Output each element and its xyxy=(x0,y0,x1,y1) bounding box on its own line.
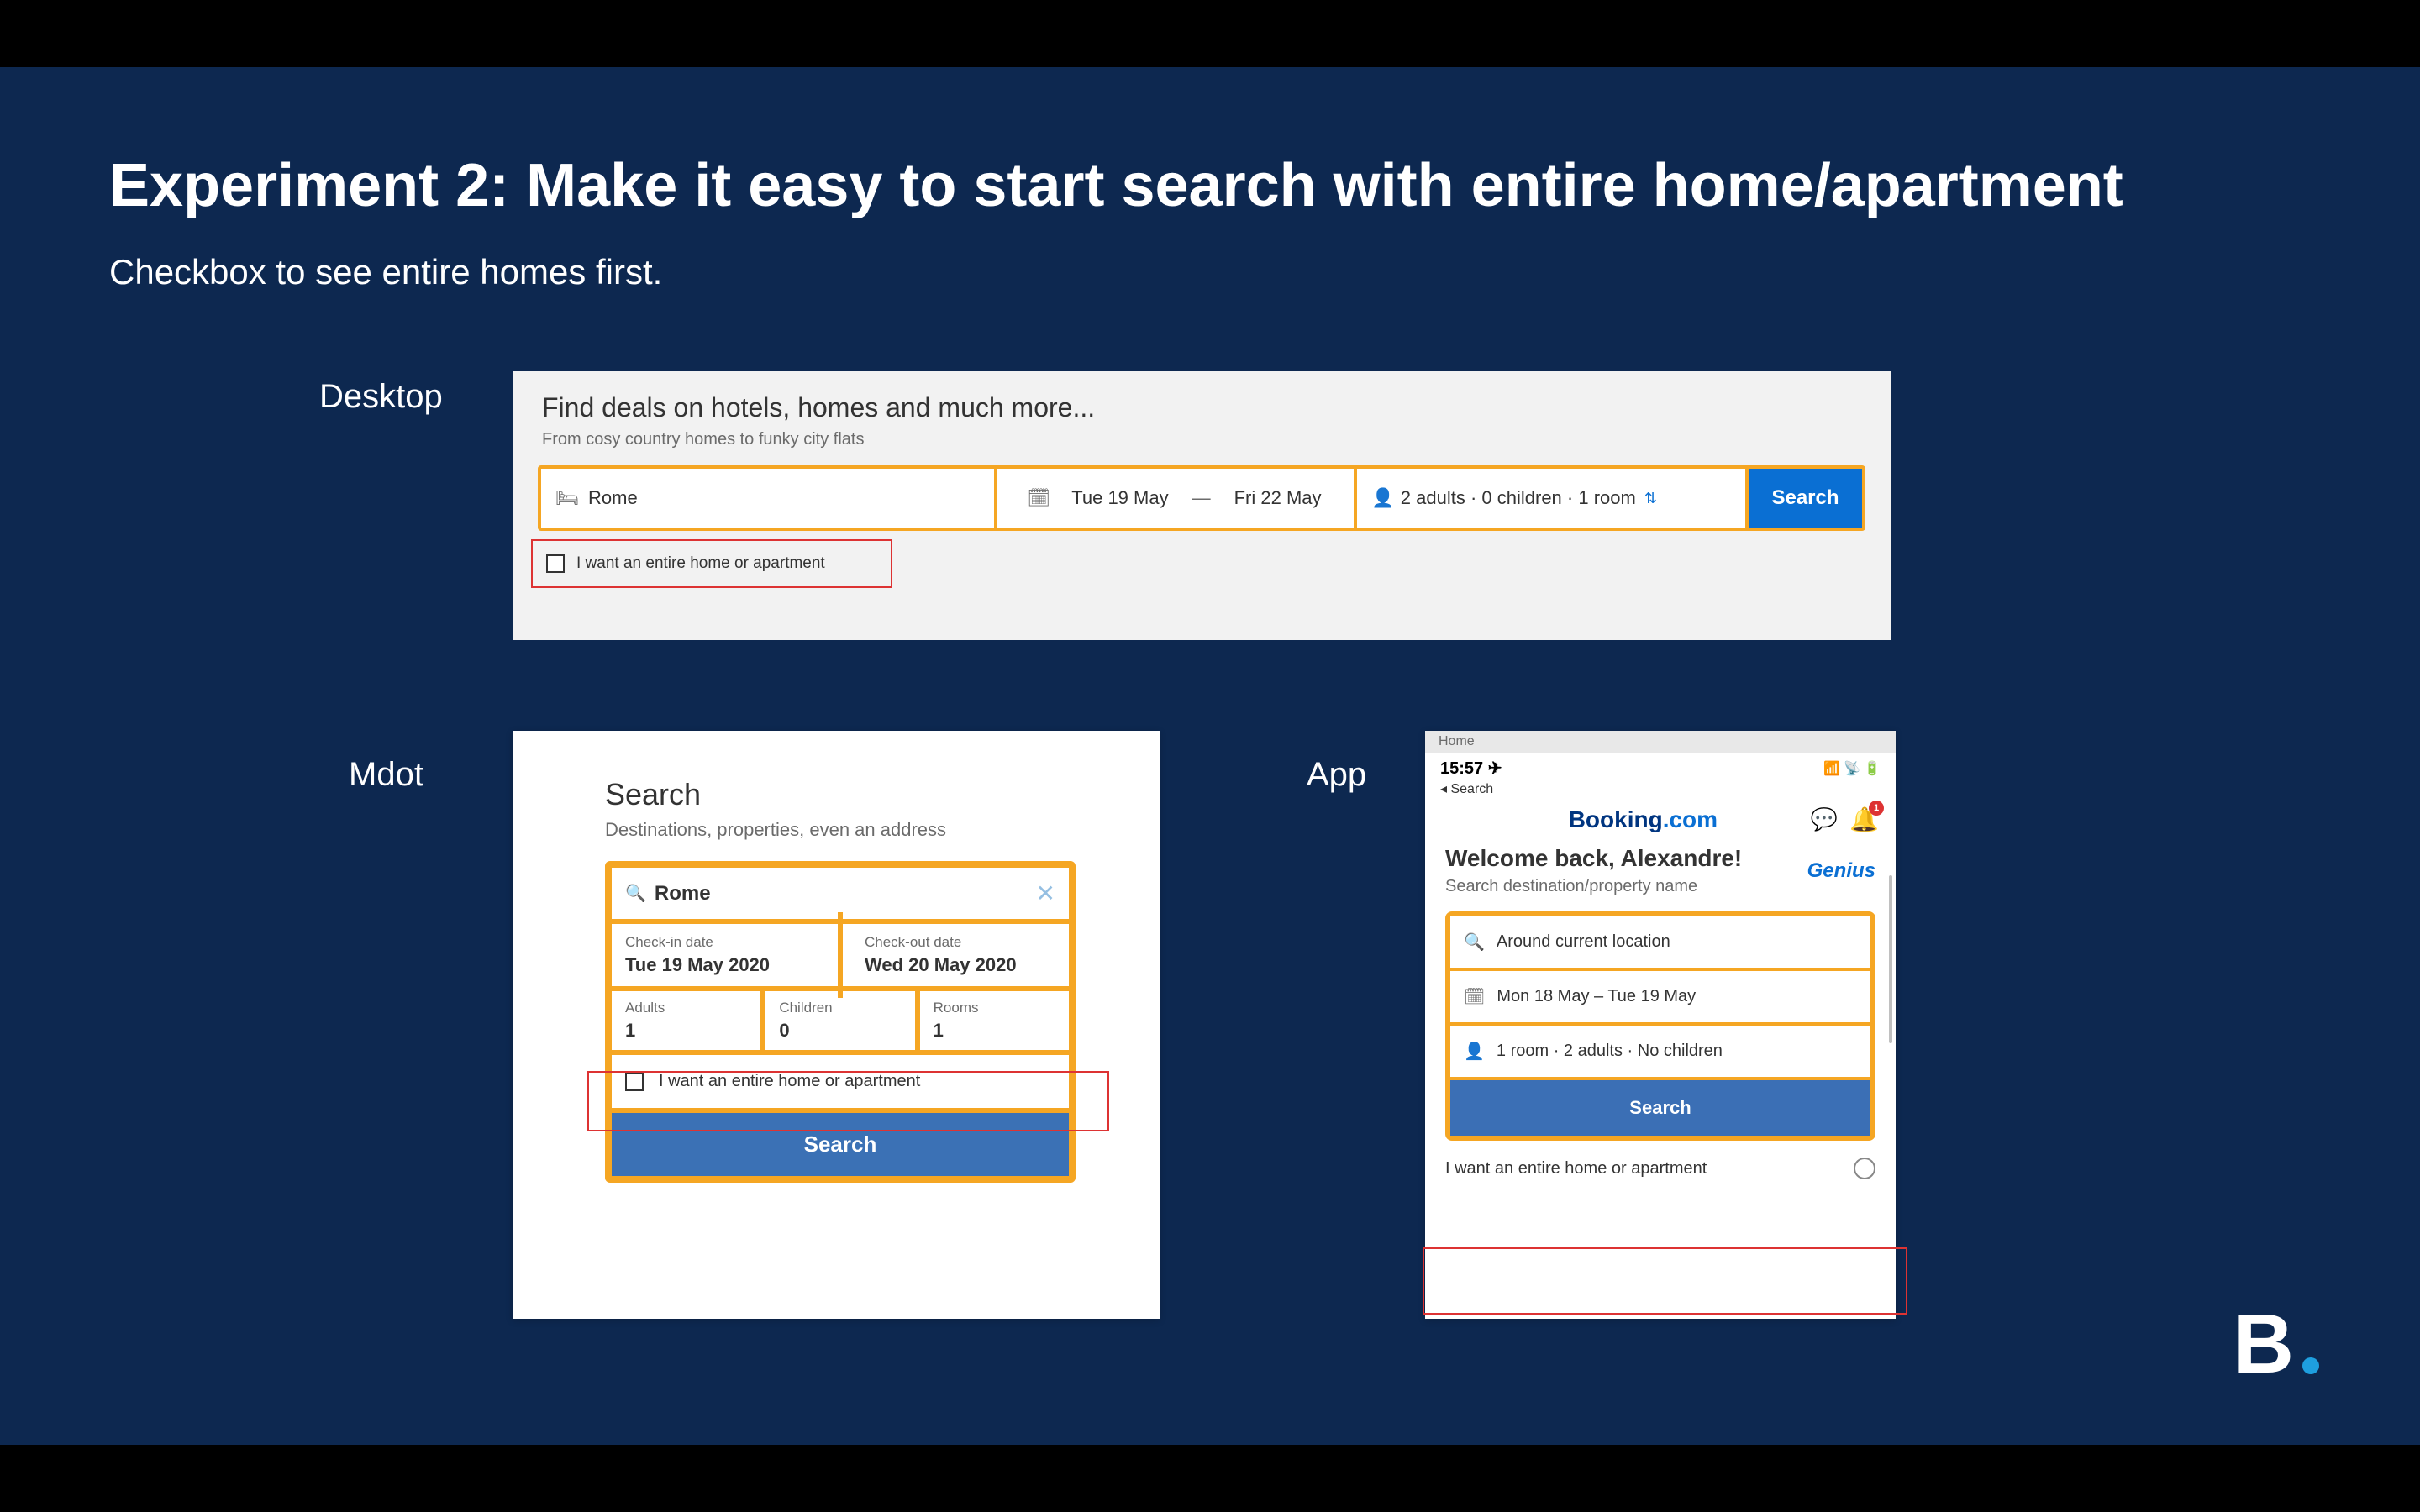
date-end: Fri 22 May xyxy=(1234,487,1322,509)
wifi-icon: 📡 xyxy=(1844,760,1860,777)
app-tab-label: Home xyxy=(1425,731,1896,753)
notification-badge: 1 xyxy=(1869,801,1884,816)
checkout-value: Wed 20 May 2020 xyxy=(865,954,1055,976)
person-icon: 👤 xyxy=(1374,489,1392,507)
mdot-destination-value: Rome xyxy=(655,882,1028,906)
mdot-search-button[interactable]: Search xyxy=(612,1113,1069,1176)
date-start: Tue 19 May xyxy=(1071,487,1168,509)
app-mockup: Home 15:57 ✈ 📶 📡 🔋 ◂ Search Booking.com … xyxy=(1425,731,1896,1319)
slide-body: Experiment 2: Make it easy to start sear… xyxy=(0,67,2420,1445)
calendar-icon: 🗓 xyxy=(1029,489,1048,507)
children-label: Children xyxy=(779,1000,901,1016)
status-bar: 15:57 ✈ 📶 📡 🔋 xyxy=(1425,753,1896,780)
mdot-title: Search xyxy=(605,777,1076,812)
divider xyxy=(838,912,843,998)
guests-field[interactable]: 👤 2 adults · 0 children · 1 room ⇅ xyxy=(1357,469,1745,528)
mdot-checkbox-label: I want an entire home or apartment xyxy=(659,1072,920,1091)
app-location-field[interactable]: 🔍 Around current location xyxy=(1450,916,1870,971)
highlight-box xyxy=(1423,1247,1907,1315)
bed-icon: 🛏 xyxy=(558,489,576,507)
date-dash: — xyxy=(1192,487,1211,509)
booking-logo: Booking.com xyxy=(1476,806,1811,833)
rooms-label: Rooms xyxy=(934,1000,1055,1016)
app-checkbox-label: I want an entire home or apartment xyxy=(1445,1159,1707,1179)
radio-icon[interactable] xyxy=(1854,1158,1876,1179)
stepper-icon: ⇅ xyxy=(1644,490,1657,507)
checkout-label: Check-out date xyxy=(865,934,1055,951)
app-dates-field[interactable]: 🗓 Mon 18 May – Tue 19 May xyxy=(1450,971,1870,1026)
calendar-icon: 🗓 xyxy=(1464,986,1485,1007)
slide-subtitle: Checkbox to see entire homes first. xyxy=(109,252,662,292)
checkin-value: Tue 19 May 2020 xyxy=(625,954,816,976)
desktop-mockup: Find deals on hotels, homes and much mor… xyxy=(513,371,1891,640)
app-search-button[interactable]: Search xyxy=(1450,1080,1870,1136)
checkbox-icon[interactable] xyxy=(546,554,565,573)
person-icon: 👤 xyxy=(1464,1041,1485,1062)
adults-value: 1 xyxy=(625,1020,747,1042)
app-guests-field[interactable]: 👤 1 room · 2 adults · No children xyxy=(1450,1026,1870,1080)
app-header: Booking.com 💬 🔔 1 xyxy=(1425,801,1896,845)
destination-value: Rome xyxy=(588,487,638,509)
mdot-guests-row[interactable]: Adults 1 Children 0 Rooms 1 xyxy=(612,991,1069,1055)
search-icon: 🔍 xyxy=(1464,932,1485,953)
label-mdot: Mdot xyxy=(349,756,424,794)
app-welcome-sub: Search destination/property name xyxy=(1445,877,1742,896)
clear-icon[interactable]: ✕ xyxy=(1036,879,1055,907)
booking-b-logo: B xyxy=(2233,1302,2319,1386)
battery-icon: 🔋 xyxy=(1864,760,1881,777)
rooms-value: 1 xyxy=(934,1020,1055,1042)
logo-dot-icon xyxy=(2302,1357,2319,1374)
app-location-value: Around current location xyxy=(1497,932,1670,952)
checkbox-label: I want an entire home or apartment xyxy=(576,554,825,573)
desktop-search-bar: 🛏 Rome 🗓 Tue 19 May — Fri 22 May 👤 2 adu… xyxy=(538,465,1865,531)
mdot-entire-home-checkbox-row[interactable]: I want an entire home or apartment xyxy=(612,1055,1069,1113)
adults-label: Adults xyxy=(625,1000,747,1016)
genius-badge: Genius xyxy=(1807,859,1876,883)
signal-icon: 📶 xyxy=(1823,760,1840,777)
children-value: 0 xyxy=(779,1020,901,1042)
desktop-subheadline: From cosy country homes to funky city fl… xyxy=(542,430,864,449)
status-time: 15:57 ✈ xyxy=(1440,758,1502,779)
checkbox-icon[interactable] xyxy=(625,1073,644,1091)
guests-value: 2 adults · 0 children · 1 room xyxy=(1401,487,1636,509)
desktop-headline: Find deals on hotels, homes and much mor… xyxy=(542,392,1095,423)
app-entire-home-toggle-row[interactable]: I want an entire home or apartment xyxy=(1425,1141,1896,1196)
checkin-label: Check-in date xyxy=(625,934,816,951)
dates-field[interactable]: 🗓 Tue 19 May — Fri 22 May xyxy=(997,469,1354,528)
back-to-search[interactable]: ◂ Search xyxy=(1425,780,1896,801)
search-button[interactable]: Search xyxy=(1749,469,1862,528)
app-welcome: Welcome back, Alexandre! xyxy=(1445,845,1742,872)
mdot-subtitle: Destinations, properties, even an addres… xyxy=(605,819,1076,841)
app-dates-value: Mon 18 May – Tue 19 May xyxy=(1497,987,1696,1006)
slide-title: Experiment 2: Make it easy to start sear… xyxy=(109,151,2123,220)
chat-icon[interactable]: 💬 xyxy=(1811,806,1838,832)
scrollbar[interactable] xyxy=(1889,875,1892,1043)
search-icon: 🔍 xyxy=(625,883,646,904)
mdot-mockup: Search Destinations, properties, even an… xyxy=(513,731,1160,1319)
label-desktop: Desktop xyxy=(319,378,443,416)
app-guests-value: 1 room · 2 adults · No children xyxy=(1497,1042,1723,1061)
destination-field[interactable]: 🛏 Rome xyxy=(541,469,994,528)
notification-bell-icon[interactable]: 🔔 1 xyxy=(1849,806,1879,833)
app-search-form: 🔍 Around current location 🗓 Mon 18 May –… xyxy=(1445,911,1876,1141)
mdot-search-form: 🔍 Rome ✕ Check-in date Tue 19 May 2020 C… xyxy=(605,861,1076,1183)
mdot-dates-row[interactable]: Check-in date Tue 19 May 2020 Check-out … xyxy=(612,924,1069,991)
label-app: App xyxy=(1307,756,1366,794)
entire-home-checkbox-row[interactable]: I want an entire home or apartment xyxy=(531,539,892,588)
